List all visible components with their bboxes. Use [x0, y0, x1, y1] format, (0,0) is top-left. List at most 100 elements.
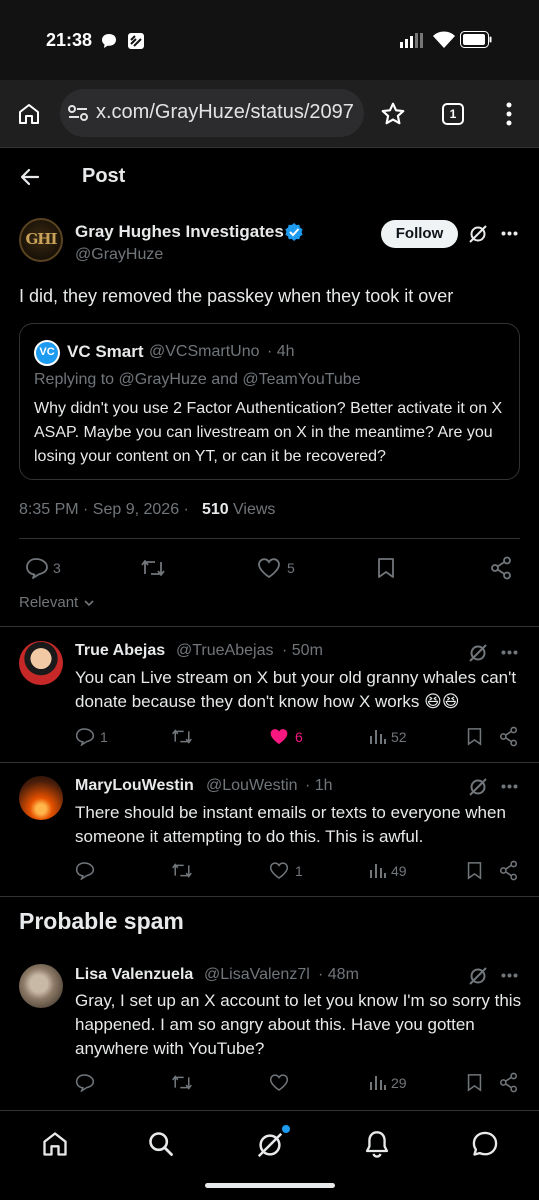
divider — [19, 538, 520, 539]
browser-toolbar: x.com/GrayHuze/status/2097 1 — [0, 80, 539, 148]
url-text[interactable]: x.com/GrayHuze/status/2097 — [96, 101, 354, 124]
share-icon[interactable] — [499, 860, 518, 881]
repost-icon[interactable] — [171, 1073, 193, 1092]
reply-avatar[interactable] — [19, 776, 63, 820]
like-count: 1 — [295, 863, 303, 879]
views-label: Views — [233, 501, 276, 518]
divider — [0, 896, 539, 897]
reply-author-name[interactable]: True Abejas — [75, 642, 165, 660]
reply-avatar[interactable] — [19, 964, 63, 1008]
app-notification-icon — [126, 31, 146, 51]
more-horizontal-icon[interactable] — [501, 973, 518, 978]
back-arrow-icon[interactable] — [20, 167, 40, 187]
sort-label: Relevant — [19, 594, 79, 611]
grok-icon[interactable] — [468, 643, 488, 663]
reply-count: 1 — [100, 729, 108, 745]
reply-author-handle[interactable]: @TrueAbejas — [176, 642, 273, 660]
reply-text: There should be instant emails or texts … — [75, 803, 506, 846]
quote-author-handle: @VCSmartUno — [149, 343, 260, 360]
bookmark-star-icon[interactable] — [380, 101, 406, 127]
verified-badge-icon — [284, 222, 304, 242]
like-icon[interactable] — [257, 557, 281, 579]
reply-author-handle[interactable]: @LouWestin — [206, 777, 298, 795]
author-name[interactable]: Gray Hughes Investigates — [75, 222, 284, 242]
bookmark-icon[interactable] — [376, 557, 396, 579]
follow-button[interactable]: Follow — [381, 220, 458, 248]
share-icon[interactable] — [499, 1072, 518, 1093]
views-count: 29 — [391, 1075, 407, 1091]
reply-text: Gray, I set up an X account to let you k… — [75, 991, 522, 1058]
reply-time: · 48m — [318, 966, 359, 983]
repost-icon[interactable] — [171, 727, 193, 746]
signal-icon — [400, 32, 426, 48]
quote-avatar-text: VC — [39, 346, 55, 358]
more-horizontal-icon[interactable] — [501, 231, 518, 236]
address-bar[interactable]: x.com/GrayHuze/status/2097 — [60, 89, 364, 137]
avatar-logo-text: GHI — [25, 230, 58, 248]
status-bar: 21:38 — [0, 0, 539, 80]
quoted-post[interactable]: VC VC Smart @VCSmartUno · 4h Replying to… — [19, 323, 520, 480]
views-icon[interactable] — [369, 861, 387, 879]
quote-author-name: VC Smart — [67, 342, 144, 361]
nav-home-icon[interactable] — [41, 1130, 69, 1158]
views-count: 510 — [202, 501, 229, 518]
page-title: Post — [82, 165, 126, 187]
more-vertical-icon[interactable] — [506, 102, 512, 126]
grok-icon[interactable] — [468, 966, 488, 986]
notification-dot — [282, 1125, 290, 1133]
views-count: 49 — [391, 863, 407, 879]
quote-text: Why didn't you use 2 Factor Authenticati… — [34, 400, 503, 465]
home-indicator[interactable] — [205, 1183, 335, 1188]
views-icon[interactable] — [369, 1073, 387, 1091]
grok-icon[interactable] — [468, 224, 488, 244]
bookmark-icon[interactable] — [466, 727, 483, 746]
reply-icon[interactable] — [75, 1073, 95, 1092]
chevron-down-icon — [83, 598, 95, 608]
post-text: I did, they removed the passkey when the… — [19, 286, 454, 306]
views-count: 52 — [391, 729, 407, 745]
views-icon[interactable] — [369, 727, 387, 745]
status-time: 21:38 — [46, 30, 93, 50]
post-timestamp[interactable]: 8:35 PM · Sep 9, 2026 · — [19, 501, 189, 519]
like-icon[interactable] — [269, 1073, 289, 1092]
battery-icon — [460, 31, 492, 48]
divider — [0, 762, 539, 763]
site-settings-icon[interactable] — [68, 104, 88, 122]
quote-avatar: VC — [34, 340, 60, 366]
section-title: Probable spam — [19, 908, 184, 934]
bookmark-icon[interactable] — [466, 1073, 483, 1092]
divider — [0, 626, 539, 627]
home-icon[interactable] — [17, 102, 41, 126]
quote-replying-to: Replying to @GrayHuze and @TeamYouTube — [34, 371, 361, 388]
author-handle[interactable]: @GrayHuze — [75, 246, 163, 264]
reply-author-name[interactable]: Lisa Valenzuela — [75, 966, 193, 984]
nav-notifications-icon[interactable] — [364, 1130, 390, 1158]
like-icon[interactable] — [269, 861, 289, 880]
tab-switcher-button[interactable]: 1 — [442, 103, 464, 125]
reply-count: 3 — [53, 560, 61, 576]
bookmark-icon[interactable] — [466, 861, 483, 880]
liked-icon[interactable] — [269, 727, 289, 746]
reply-author-name[interactable]: MaryLouWestin — [75, 777, 194, 795]
reply-icon[interactable] — [75, 861, 95, 880]
repost-icon[interactable] — [171, 861, 193, 880]
author-avatar[interactable]: GHI — [19, 218, 63, 262]
share-icon[interactable] — [490, 556, 512, 580]
reply-text: You can Live stream on X but your old gr… — [75, 668, 517, 711]
nav-grok-icon[interactable] — [255, 1130, 285, 1160]
reply-author-handle[interactable]: @LisaValenz7l — [204, 966, 310, 984]
reply-icon[interactable] — [25, 557, 49, 579]
nav-messages-icon[interactable] — [471, 1130, 499, 1158]
more-horizontal-icon[interactable] — [501, 784, 518, 789]
wifi-icon — [432, 30, 456, 50]
grok-icon[interactable] — [468, 777, 488, 797]
nav-search-icon[interactable] — [147, 1130, 175, 1158]
reply-time: · 1h — [305, 777, 333, 794]
more-horizontal-icon[interactable] — [501, 650, 518, 655]
sort-dropdown[interactable]: Relevant — [19, 594, 95, 612]
like-count: 5 — [287, 560, 295, 576]
reply-avatar[interactable] — [19, 641, 63, 685]
repost-icon[interactable] — [140, 557, 166, 579]
share-icon[interactable] — [499, 726, 518, 747]
reply-icon[interactable] — [75, 727, 95, 746]
